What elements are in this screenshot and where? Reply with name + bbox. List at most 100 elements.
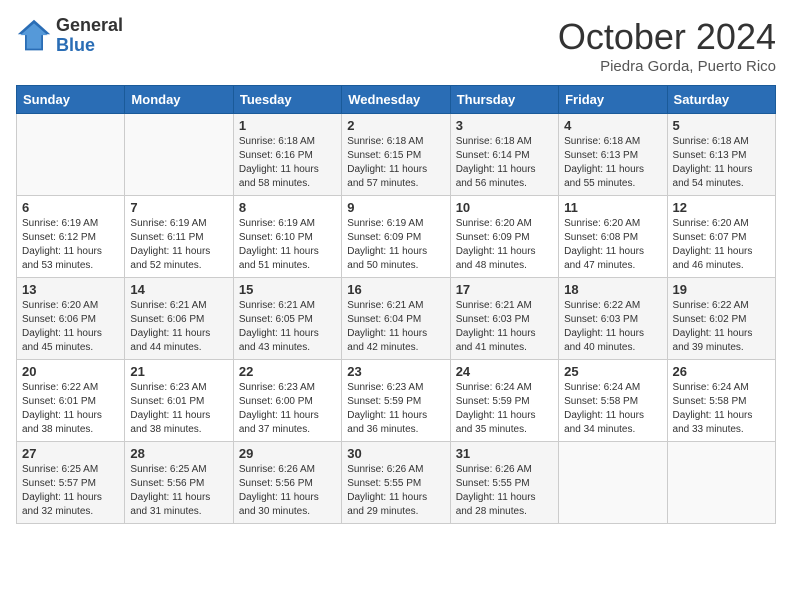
day-info: Sunrise: 6:25 AM Sunset: 5:57 PM Dayligh… [22,463,119,519]
day-info: Sunrise: 6:18 AM Sunset: 6:14 PM Dayligh… [456,135,553,191]
calendar-week-1: 1Sunrise: 6:18 AM Sunset: 6:16 PM Daylig… [17,114,776,196]
logo-blue: Blue [56,36,123,56]
day-number: 13 [22,282,119,297]
calendar-week-2: 6Sunrise: 6:19 AM Sunset: 6:12 PM Daylig… [17,196,776,278]
calendar-cell: 26 Sunrise: 6:24 AM Sunset: 5:58 PM Dayli… [667,360,775,442]
calendar-header-row: SundayMondayTuesdayWednesdayThursdayFrid… [17,86,776,114]
day-number: 11 [564,200,661,215]
calendar-cell: 7Sunrise: 6:19 AM Sunset: 6:11 PM Daylig… [125,196,233,278]
location-subtitle: Piedra Gorda, Puerto Rico [558,58,776,75]
calendar-cell: 30 Sunrise: 6:26 AM Sunset: 5:55 PM Dayli… [342,442,450,524]
day-number: 17 [456,282,553,297]
logo-text: General Blue [56,16,123,56]
day-number: 18 [564,282,661,297]
day-number: 26 [673,364,770,379]
day-number: 24 [456,364,553,379]
day-number: 19 [673,282,770,297]
day-number: 6 [22,200,119,215]
day-number: 5 [673,118,770,133]
day-info: Sunrise: 6:20 AM Sunset: 6:07 PM Dayligh… [673,217,770,273]
day-info: Sunrise: 6:24 AM Sunset: 5:59 PM Dayligh… [456,381,553,437]
day-info: Sunrise: 6:22 AM Sunset: 6:02 PM Dayligh… [673,299,770,355]
title-block: October 2024 Piedra Gorda, Puerto Rico [558,16,776,75]
calendar-cell: 11 Sunrise: 6:20 AM Sunset: 6:08 PM Dayli… [559,196,667,278]
column-header-saturday: Saturday [667,86,775,114]
day-info: Sunrise: 6:18 AM Sunset: 6:13 PM Dayligh… [673,135,770,191]
day-info: Sunrise: 6:25 AM Sunset: 5:56 PM Dayligh… [130,463,227,519]
calendar-cell: 8 Sunrise: 6:19 AM Sunset: 6:10 PM Daylig… [233,196,341,278]
calendar-cell: 25 Sunrise: 6:24 AM Sunset: 5:58 PM Dayli… [559,360,667,442]
day-info: Sunrise: 6:26 AM Sunset: 5:55 PM Dayligh… [347,463,444,519]
day-info: Sunrise: 6:21 AM Sunset: 6:04 PM Dayligh… [347,299,444,355]
day-info: Sunrise: 6:19 AM Sunset: 6:09 PM Dayligh… [347,217,444,273]
day-info: Sunrise: 6:26 AM Sunset: 5:55 PM Dayligh… [456,463,553,519]
calendar-cell [559,442,667,524]
calendar-cell: 24 Sunrise: 6:24 AM Sunset: 5:59 PM Dayli… [450,360,558,442]
day-number: 29 [239,446,336,461]
calendar-cell: 21 Sunrise: 6:23 AM Sunset: 6:01 PM Dayli… [125,360,233,442]
day-number: 21 [130,364,227,379]
day-info: Sunrise: 6:24 AM Sunset: 5:58 PM Dayligh… [564,381,661,437]
day-number: 3 [456,118,553,133]
day-number: 30 [347,446,444,461]
day-number: 14 [130,282,227,297]
day-info: Sunrise: 6:19 AM Sunset: 6:10 PM Dayligh… [239,217,336,273]
day-number: 10 [456,200,553,215]
column-header-thursday: Thursday [450,86,558,114]
calendar-cell: 23Sunrise: 6:23 AM Sunset: 5:59 PM Dayli… [342,360,450,442]
logo-general: General [56,16,123,36]
calendar-cell [667,442,775,524]
calendar-cell: 9 Sunrise: 6:19 AM Sunset: 6:09 PM Daylig… [342,196,450,278]
day-number: 31 [456,446,553,461]
calendar-cell: 22Sunrise: 6:23 AM Sunset: 6:00 PM Dayli… [233,360,341,442]
day-number: 4 [564,118,661,133]
day-info: Sunrise: 6:23 AM Sunset: 6:01 PM Dayligh… [130,381,227,437]
column-header-monday: Monday [125,86,233,114]
day-info: Sunrise: 6:18 AM Sunset: 6:15 PM Dayligh… [347,135,444,191]
calendar-cell: 29Sunrise: 6:26 AM Sunset: 5:56 PM Dayli… [233,442,341,524]
calendar-cell: 17Sunrise: 6:21 AM Sunset: 6:03 PM Dayli… [450,278,558,360]
day-info: Sunrise: 6:18 AM Sunset: 6:13 PM Dayligh… [564,135,661,191]
day-number: 16 [347,282,444,297]
calendar-cell: 15Sunrise: 6:21 AM Sunset: 6:05 PM Dayli… [233,278,341,360]
day-info: Sunrise: 6:23 AM Sunset: 5:59 PM Dayligh… [347,381,444,437]
column-header-sunday: Sunday [17,86,125,114]
day-info: Sunrise: 6:22 AM Sunset: 6:01 PM Dayligh… [22,381,119,437]
calendar-cell: 5 Sunrise: 6:18 AM Sunset: 6:13 PM Daylig… [667,114,775,196]
day-info: Sunrise: 6:24 AM Sunset: 5:58 PM Dayligh… [673,381,770,437]
day-info: Sunrise: 6:21 AM Sunset: 6:05 PM Dayligh… [239,299,336,355]
calendar-body: 1Sunrise: 6:18 AM Sunset: 6:16 PM Daylig… [17,114,776,524]
calendar-week-3: 13 Sunrise: 6:20 AM Sunset: 6:06 PM Dayli… [17,278,776,360]
calendar-cell: 28 Sunrise: 6:25 AM Sunset: 5:56 PM Dayli… [125,442,233,524]
logo-icon [16,18,52,54]
calendar-cell: 27 Sunrise: 6:25 AM Sunset: 5:57 PM Dayli… [17,442,125,524]
calendar-cell [17,114,125,196]
calendar-table: SundayMondayTuesdayWednesdayThursdayFrid… [16,85,776,524]
column-header-friday: Friday [559,86,667,114]
calendar-cell: 31 Sunrise: 6:26 AM Sunset: 5:55 PM Dayli… [450,442,558,524]
calendar-week-5: 27 Sunrise: 6:25 AM Sunset: 5:57 PM Dayli… [17,442,776,524]
day-info: Sunrise: 6:20 AM Sunset: 6:06 PM Dayligh… [22,299,119,355]
day-number: 12 [673,200,770,215]
day-info: Sunrise: 6:20 AM Sunset: 6:08 PM Dayligh… [564,217,661,273]
calendar-cell: 2 Sunrise: 6:18 AM Sunset: 6:15 PM Daylig… [342,114,450,196]
month-title: October 2024 [558,16,776,58]
calendar-cell: 16 Sunrise: 6:21 AM Sunset: 6:04 PM Dayli… [342,278,450,360]
day-info: Sunrise: 6:21 AM Sunset: 6:06 PM Dayligh… [130,299,227,355]
calendar-cell: 6Sunrise: 6:19 AM Sunset: 6:12 PM Daylig… [17,196,125,278]
day-info: Sunrise: 6:20 AM Sunset: 6:09 PM Dayligh… [456,217,553,273]
day-number: 8 [239,200,336,215]
calendar-cell [125,114,233,196]
day-info: Sunrise: 6:18 AM Sunset: 6:16 PM Dayligh… [239,135,336,191]
day-number: 27 [22,446,119,461]
calendar-cell: 20Sunrise: 6:22 AM Sunset: 6:01 PM Dayli… [17,360,125,442]
day-number: 28 [130,446,227,461]
day-number: 25 [564,364,661,379]
calendar-cell: 12 Sunrise: 6:20 AM Sunset: 6:07 PM Dayli… [667,196,775,278]
day-number: 9 [347,200,444,215]
day-number: 2 [347,118,444,133]
day-number: 7 [130,200,227,215]
day-info: Sunrise: 6:23 AM Sunset: 6:00 PM Dayligh… [239,381,336,437]
calendar-cell: 1Sunrise: 6:18 AM Sunset: 6:16 PM Daylig… [233,114,341,196]
page-header: General Blue October 2024 Piedra Gorda, … [16,16,776,75]
